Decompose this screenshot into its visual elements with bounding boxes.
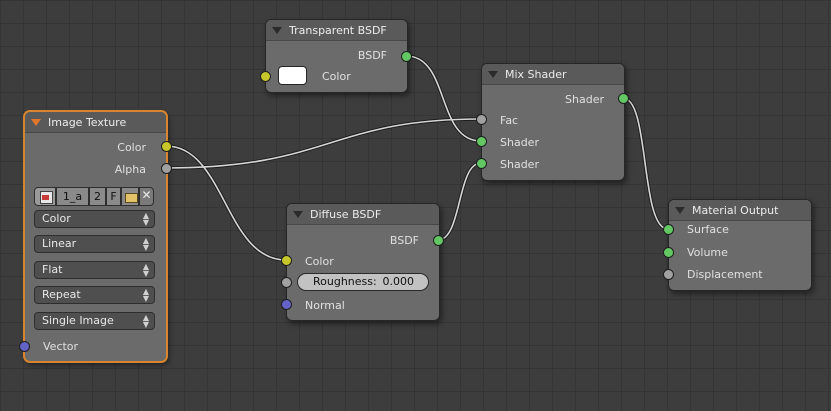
input-displacement-label: Displacement [687,268,763,281]
image-users-count[interactable]: 2 [89,187,106,206]
transparent-bsdf-node[interactable]: Transparent BSDF BSDF Color [265,19,408,93]
diffuse-normal-input-socket[interactable] [281,299,292,310]
material-output-header[interactable]: Material Output [669,200,811,221]
input-volume-label: Volume [687,246,728,259]
mix-shader1-input-socket[interactable] [476,136,487,147]
output-shader-label: Shader [565,93,604,106]
input-fac-label: Fac [500,114,519,127]
up-down-arrows-icon: ▲ ▼ [142,287,149,303]
wire-image-alpha-to-fac [165,118,482,169]
input-normal-label: Normal [305,299,345,312]
output-surface-input-socket[interactable] [663,224,674,235]
transparent-color-input-socket[interactable] [260,71,271,82]
transparent-bsdf-header[interactable]: Transparent BSDF [266,20,407,41]
node-title: Material Output [692,203,779,217]
wire-transparent-to-mix [405,55,482,142]
image-texture-header[interactable]: Image Texture [25,112,166,133]
node-title: Transparent BSDF [289,23,387,37]
output-volume-input-socket[interactable] [663,247,674,258]
image-color-output-socket[interactable] [161,141,172,152]
diffuse-bsdf-node[interactable]: Diffuse BSDF BSDF Color Roughness: 0.000… [286,203,440,321]
color-space-dropdown[interactable]: Color ▲ ▼ [34,210,155,228]
wire-diffuse-to-mix [437,162,482,241]
up-down-arrows-icon: ▲ ▼ [142,313,149,329]
collapse-triangle-icon[interactable] [675,206,685,214]
output-color-label: Color [117,141,146,154]
transparent-bsdf-output-socket[interactable] [401,51,412,62]
up-down-arrows-icon: ▲ ▼ [142,211,149,227]
mix-shader-output-socket[interactable] [618,93,629,104]
node-title: Mix Shader [505,67,567,81]
output-bsdf-label: BSDF [389,234,419,247]
image-name-field[interactable]: 1_a [56,187,89,206]
roughness-slider[interactable]: Roughness: 0.000 [297,273,429,291]
roughness-value: 0.000 [382,275,415,288]
input-color-label: Color [322,70,351,83]
output-bsdf-label: BSDF [357,49,387,62]
projection-dropdown[interactable]: Flat ▲ ▼ [34,261,155,279]
up-down-arrows-icon: ▲ ▼ [142,236,149,252]
source-dropdown[interactable]: Single Image ▲ ▼ [34,312,155,330]
image-alpha-output-socket[interactable] [161,163,172,174]
mix-shader-node[interactable]: Mix Shader Shader Fac Shader Shader [481,63,625,181]
diffuse-bsdf-header[interactable]: Diffuse BSDF [287,204,439,225]
material-output-node[interactable]: Material Output Surface Volume Displacem… [668,199,812,291]
mix-shader-header[interactable]: Mix Shader [482,64,624,85]
unlink-x-icon[interactable]: ✕ [139,187,154,206]
fake-user-toggle[interactable]: F [106,187,121,206]
image-texture-node[interactable]: Image Texture Color Alpha 1_a 2 F ✕ Colo… [24,111,167,362]
interpolation-dropdown[interactable]: Linear ▲ ▼ [34,235,155,253]
mix-fac-input-socket[interactable] [476,114,487,125]
collapse-triangle-icon[interactable] [488,70,498,78]
open-folder-icon[interactable] [121,187,139,206]
wire-image-color-to-diffuse [165,145,287,261]
collapse-triangle-icon[interactable] [293,210,303,218]
image-vector-input-socket[interactable] [19,341,30,352]
diffuse-bsdf-output-socket[interactable] [433,235,444,246]
mix-shader2-input-socket[interactable] [476,158,487,169]
diffuse-color-input-socket[interactable] [281,255,292,266]
image-selector[interactable]: 1_a 2 F ✕ [34,187,154,206]
dropdown-value: Repeat [42,288,81,301]
image-browse-icon[interactable] [34,187,56,206]
color-swatch[interactable] [278,66,307,85]
diffuse-roughness-input-socket[interactable] [281,277,292,288]
input-vector-label: Vector [43,340,79,353]
roughness-label: Roughness: [313,275,377,288]
node-title: Image Texture [48,115,127,129]
dropdown-value: Color [42,212,71,225]
up-down-arrows-icon: ▲ ▼ [142,262,149,278]
output-displacement-input-socket[interactable] [663,269,674,280]
dropdown-value: Flat [42,263,63,276]
collapse-triangle-icon[interactable] [31,118,41,126]
input-shader-2-label: Shader [500,158,539,171]
dropdown-value: Single Image [42,314,114,327]
input-surface-label: Surface [687,223,729,236]
output-alpha-label: Alpha [114,163,146,176]
wire-mix-to-output [622,97,669,230]
input-color-label: Color [305,255,334,268]
node-title: Diffuse BSDF [310,207,382,221]
input-shader-1-label: Shader [500,136,539,149]
collapse-triangle-icon[interactable] [272,26,282,34]
extension-dropdown[interactable]: Repeat ▲ ▼ [34,286,155,304]
dropdown-value: Linear [42,237,77,250]
